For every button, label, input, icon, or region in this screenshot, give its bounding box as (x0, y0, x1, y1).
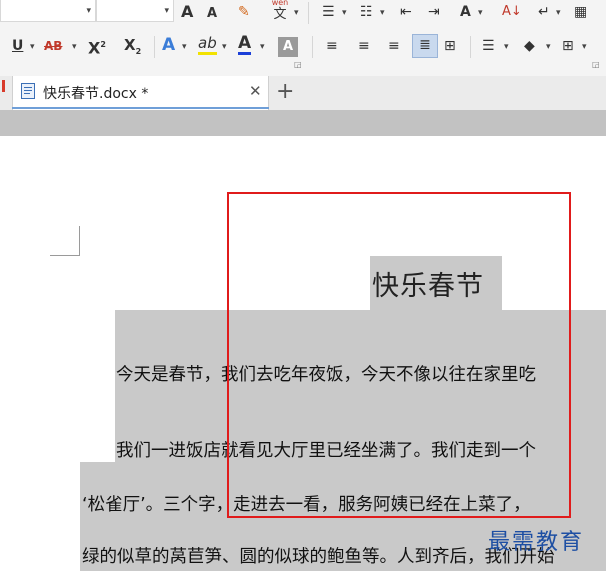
underline-button[interactable]: U (12, 36, 23, 56)
new-tab-button[interactable]: + (276, 79, 294, 105)
chevron-down-icon[interactable]: ▾ (72, 42, 77, 52)
char-shading-button[interactable]: A (278, 37, 298, 57)
decrease-indent-icon[interactable]: ⇤ (400, 2, 412, 22)
text-effect-button[interactable]: A (162, 35, 175, 55)
font-color-button[interactable]: A (238, 34, 252, 55)
page-margin-marker (50, 226, 80, 256)
strikethrough-button[interactable]: AB (44, 36, 62, 56)
ruler-bar (0, 110, 606, 136)
superscript-mark: 2 (100, 40, 106, 49)
watermark-logo: 最需教育 (488, 530, 585, 555)
chevron-down-icon: ▾ (86, 6, 91, 16)
paragraph-line[interactable]: 绿的似草的莴苣笋、圆的似球的鲍鱼等。人到齐后，我们开始 (82, 543, 555, 568)
shrink-font-button[interactable]: A (207, 4, 217, 24)
justify-icon[interactable]: ≣ (412, 34, 438, 58)
table-icon[interactable]: ▦ (574, 2, 587, 22)
phonetic-guide-button[interactable]: wén 文 (268, 0, 292, 22)
highlight-button[interactable]: ab (198, 35, 217, 55)
subscript-mark: 2 (135, 47, 142, 56)
font-size-dropdown[interactable]: ▾ (96, 0, 174, 22)
ribbon-toolbar: ▾ ▾ A A ✎ wén 文 ▾ ☰ ▾ ☷ ▾ ⇤ ⇥ A ▾ A↓ ↵ ▾… (0, 0, 606, 76)
document-icon (21, 83, 35, 99)
ribbon-row-format: U ▾ AB ▾ X2 X2 A ▾ ab ▾ A ▾ A ◲ ≡ ≡ ≡ ≣ … (0, 30, 606, 69)
numbered-list-icon[interactable]: ☷ (360, 2, 373, 22)
dialog-launcher-icon[interactable]: ◲ (294, 60, 302, 69)
chevron-down-icon[interactable]: ▾ (380, 8, 385, 18)
align-center-icon[interactable]: ≡ (358, 36, 370, 56)
subscript-button[interactable]: X2 (124, 35, 141, 62)
chevron-down-icon[interactable]: ▾ (182, 42, 187, 52)
line-break-icon[interactable]: ↵ (538, 2, 550, 22)
chevron-down-icon[interactable]: ▾ (342, 8, 347, 18)
close-icon[interactable]: ✕ (249, 82, 262, 100)
separator (308, 2, 309, 24)
ribbon-row-font: ▾ ▾ A A ✎ wén 文 ▾ ☰ ▾ ☷ ▾ ⇤ ⇥ A ▾ A↓ ↵ ▾… (0, 0, 606, 28)
sort-button[interactable]: A↓ (502, 2, 522, 22)
grow-font-button[interactable]: A (181, 2, 193, 22)
separator (312, 36, 313, 58)
font-name-dropdown[interactable]: ▾ (0, 0, 96, 22)
tab-edge-mark (2, 80, 5, 92)
chevron-down-icon[interactable]: ▾ (222, 42, 227, 52)
line-spacing-icon[interactable]: ☰ (482, 36, 495, 56)
chevron-down-icon[interactable]: ▾ (478, 8, 483, 18)
chevron-down-icon[interactable]: ▾ (582, 42, 587, 52)
tab-active-indicator (12, 107, 269, 109)
subscript-x: X (124, 36, 136, 54)
dialog-launcher-icon[interactable]: ◲ (592, 60, 600, 69)
chevron-down-icon[interactable]: ▾ (504, 42, 509, 52)
text-direction-icon[interactable]: A (460, 2, 471, 22)
chevron-down-icon[interactable]: ▾ (30, 42, 35, 52)
paragraph-shading-icon[interactable]: ◆ (524, 36, 535, 56)
tab-title: 快乐春节.docx * (43, 86, 149, 102)
align-right-icon[interactable]: ≡ (388, 36, 400, 56)
chevron-down-icon[interactable]: ▾ (546, 42, 551, 52)
increase-indent-icon[interactable]: ⇥ (428, 2, 440, 22)
annotation-box (227, 192, 571, 518)
borders-icon[interactable]: ⊞ (562, 36, 574, 56)
distributed-align-icon[interactable]: ⊞ (444, 36, 456, 56)
separator (470, 36, 471, 58)
tab-document[interactable]: 快乐春节.docx * ✕ (12, 76, 269, 110)
chevron-down-icon[interactable]: ▾ (294, 8, 299, 18)
phonetic-char: 文 (273, 7, 287, 22)
superscript-button[interactable]: X2 (88, 35, 106, 58)
chevron-down-icon: ▾ (164, 6, 169, 16)
bullet-list-icon[interactable]: ☰ (322, 2, 335, 22)
clear-format-icon[interactable]: ✎ (238, 2, 250, 22)
chevron-down-icon[interactable]: ▾ (260, 42, 265, 52)
separator (154, 36, 155, 58)
superscript-x: X (88, 38, 101, 58)
align-left-icon[interactable]: ≡ (326, 36, 338, 56)
chevron-down-icon[interactable]: ▾ (556, 8, 561, 18)
